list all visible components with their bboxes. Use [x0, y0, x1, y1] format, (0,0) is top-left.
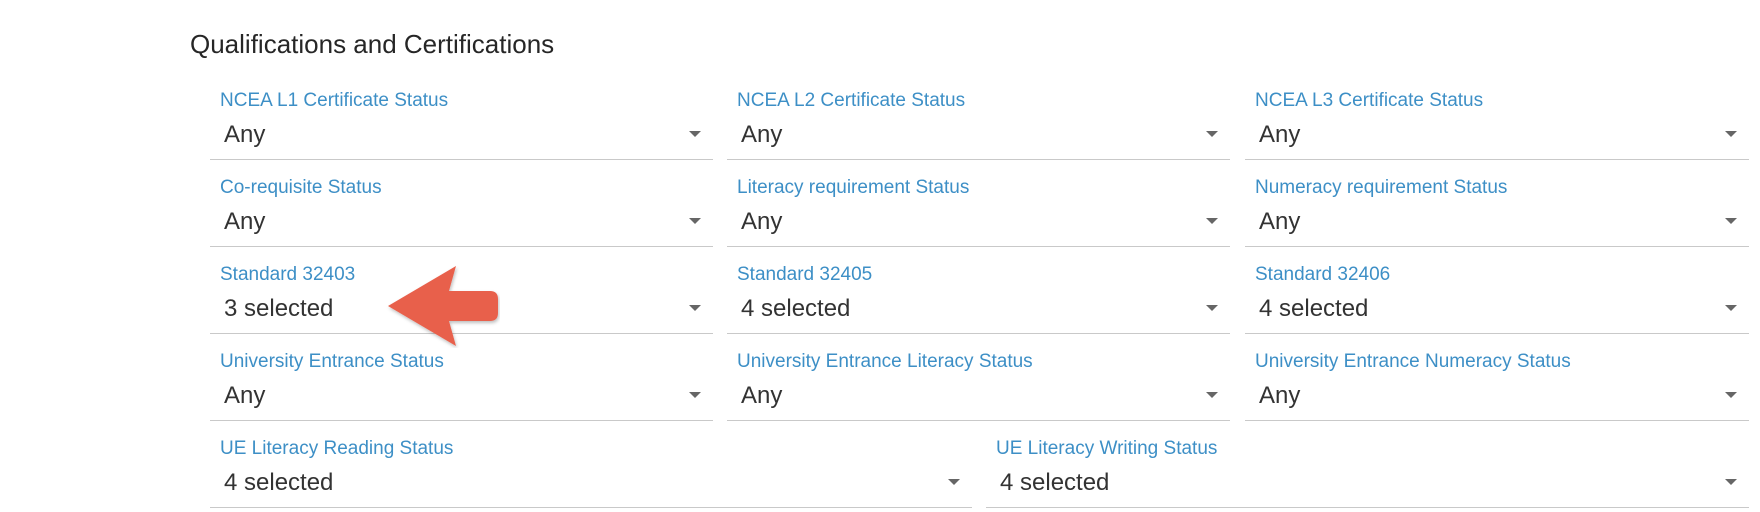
field-label: UE Literacy Reading Status [220, 438, 454, 459]
arrow-shape [388, 266, 498, 346]
field-underline [210, 159, 713, 160]
ue-literacy-writing-status-select[interactable]: UE Literacy Writing Status 4 selected [986, 436, 1749, 512]
field-value[interactable]: 3 selected [224, 292, 333, 326]
field-label: Standard 32405 [737, 264, 873, 285]
field-underline [210, 420, 713, 421]
field-value[interactable]: Any [224, 205, 265, 239]
standard-32406-select[interactable]: Standard 32406 4 selected [1245, 262, 1749, 338]
chevron-down-icon[interactable] [689, 392, 701, 398]
field-underline [727, 159, 1230, 160]
field-value[interactable]: Any [1259, 205, 1300, 239]
co-requisite-status-select[interactable]: Co-requisite Status Any [210, 175, 713, 251]
field-value[interactable]: Any [224, 379, 265, 413]
field-label: University Entrance Literacy Status [737, 351, 1033, 372]
field-value[interactable]: 4 selected [741, 292, 850, 326]
field-label: University Entrance Numeracy Status [1255, 351, 1571, 372]
chevron-down-icon[interactable] [1206, 218, 1218, 224]
field-label: Numeracy requirement Status [1255, 177, 1508, 198]
field-label: University Entrance Status [220, 351, 444, 372]
field-label: NCEA L3 Certificate Status [1255, 90, 1484, 111]
field-underline [1245, 159, 1749, 160]
ncea-l1-certificate-status-select[interactable]: NCEA L1 Certificate Status Any [210, 88, 713, 164]
field-value[interactable]: Any [1259, 379, 1300, 413]
field-underline [986, 507, 1749, 508]
field-underline [1245, 333, 1749, 334]
field-value[interactable]: 4 selected [224, 466, 333, 500]
field-value[interactable]: Any [741, 205, 782, 239]
chevron-down-icon[interactable] [689, 305, 701, 311]
literacy-requirement-status-select[interactable]: Literacy requirement Status Any [727, 175, 1230, 251]
section-title: Qualifications and Certifications [190, 29, 555, 59]
university-entrance-status-select[interactable]: University Entrance Status Any [210, 349, 713, 425]
university-entrance-literacy-status-select[interactable]: University Entrance Literacy Status Any [727, 349, 1230, 425]
chevron-down-icon[interactable] [689, 218, 701, 224]
field-label: Literacy requirement Status [737, 177, 970, 198]
field-label: Standard 32403 [220, 264, 356, 285]
ncea-l3-certificate-status-select[interactable]: NCEA L3 Certificate Status Any [1245, 88, 1749, 164]
chevron-down-icon[interactable] [1206, 305, 1218, 311]
field-value[interactable]: Any [741, 379, 782, 413]
standard-32405-select[interactable]: Standard 32405 4 selected [727, 262, 1230, 338]
chevron-down-icon[interactable] [1206, 131, 1218, 137]
numeracy-requirement-status-select[interactable]: Numeracy requirement Status Any [1245, 175, 1749, 251]
chevron-down-icon[interactable] [1725, 131, 1737, 137]
field-value[interactable]: 4 selected [1259, 292, 1368, 326]
field-value[interactable]: 4 selected [1000, 466, 1109, 500]
field-underline [210, 246, 713, 247]
chevron-down-icon[interactable] [689, 131, 701, 137]
chevron-down-icon[interactable] [1725, 479, 1737, 485]
field-underline [727, 333, 1230, 334]
field-underline [210, 507, 972, 508]
field-value[interactable]: Any [741, 118, 782, 152]
university-entrance-numeracy-status-select[interactable]: University Entrance Numeracy Status Any [1245, 349, 1749, 425]
chevron-down-icon[interactable] [948, 479, 960, 485]
field-label: UE Literacy Writing Status [996, 438, 1218, 459]
ue-literacy-reading-status-select[interactable]: UE Literacy Reading Status 4 selected [210, 436, 972, 512]
arrow-left-icon [388, 266, 498, 346]
field-label: NCEA L1 Certificate Status [220, 90, 449, 111]
chevron-down-icon[interactable] [1725, 392, 1737, 398]
ncea-l2-certificate-status-select[interactable]: NCEA L2 Certificate Status Any [727, 88, 1230, 164]
chevron-down-icon[interactable] [1725, 305, 1737, 311]
field-label: NCEA L2 Certificate Status [737, 90, 966, 111]
field-underline [727, 420, 1230, 421]
field-value[interactable]: Any [224, 118, 265, 152]
field-underline [727, 246, 1230, 247]
chevron-down-icon[interactable] [1206, 392, 1218, 398]
field-label: Standard 32406 [1255, 264, 1391, 285]
chevron-down-icon[interactable] [1725, 218, 1737, 224]
field-label: Co-requisite Status [220, 177, 382, 198]
field-underline [1245, 420, 1749, 421]
field-value[interactable]: Any [1259, 118, 1300, 152]
field-underline [1245, 246, 1749, 247]
